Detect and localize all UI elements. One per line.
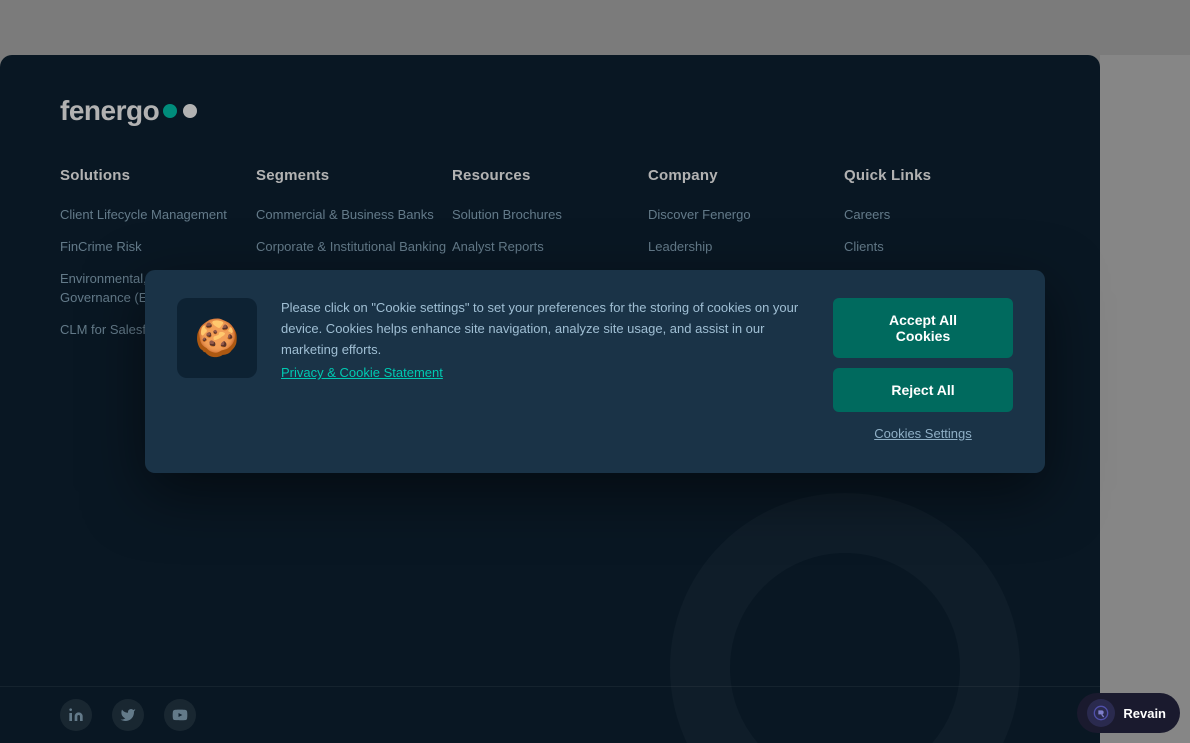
cookie-message: Please click on "Cookie settings" to set… [281,298,809,360]
accept-all-cookies-button[interactable]: Accept All Cookies [833,298,1013,358]
revain-badge[interactable]: Revain [1077,693,1180,733]
cookies-settings-button[interactable]: Cookies Settings [874,422,972,445]
cookie-icon-wrapper: 🍪 [177,298,257,378]
cookie-overlay: 🍪 Please click on "Cookie settings" to s… [0,0,1190,743]
revain-label: Revain [1123,706,1166,721]
cookie-privacy-link[interactable]: Privacy & Cookie Statement [281,365,443,380]
cookie-buttons: Accept All Cookies Reject All Cookies Se… [833,298,1013,445]
cookie-content: Please click on "Cookie settings" to set… [281,298,809,382]
revain-icon [1087,699,1115,727]
cookie-banner: 🍪 Please click on "Cookie settings" to s… [145,270,1045,473]
reject-all-button[interactable]: Reject All [833,368,1013,412]
cookie-icon: 🍪 [195,317,240,359]
